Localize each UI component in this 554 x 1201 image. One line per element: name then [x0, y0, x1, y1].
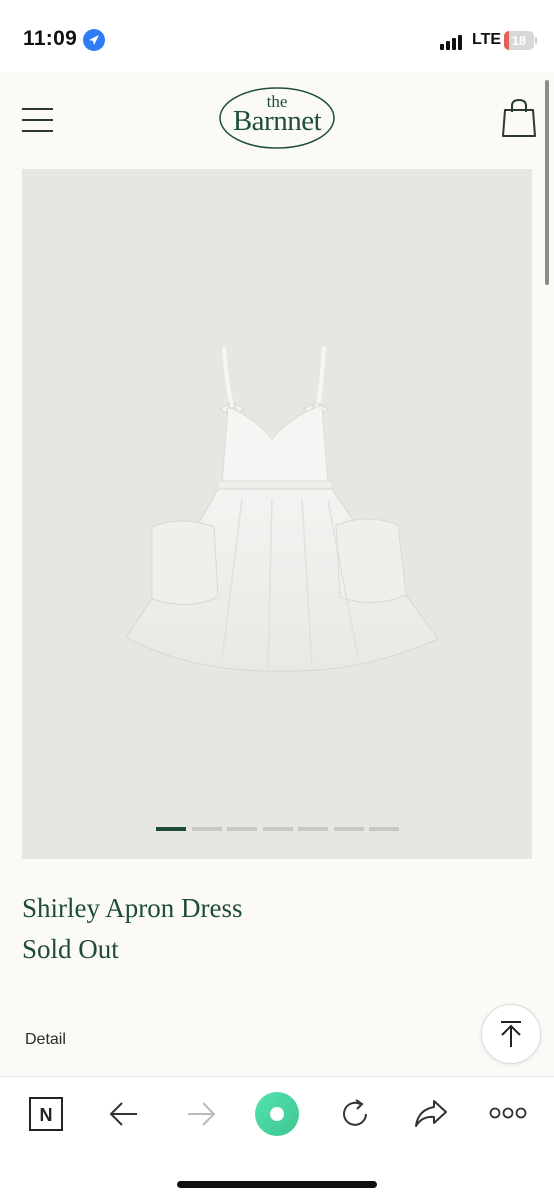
refresh-icon[interactable] — [338, 1097, 372, 1131]
arrow-right-icon[interactable] — [185, 1099, 217, 1129]
more-dots-icon[interactable] — [489, 1105, 527, 1121]
location-arrow-icon — [83, 29, 105, 51]
gallery-dot[interactable] — [369, 827, 399, 831]
product-image — [125, 346, 439, 672]
product-status: Sold Out — [22, 934, 119, 964]
green-dot-icon[interactable] — [254, 1091, 300, 1137]
battery-icon: 18 — [504, 31, 534, 50]
gallery-dot[interactable] — [227, 827, 257, 831]
arrow-up-to-top-icon — [501, 1021, 521, 1047]
arrow-left-icon[interactable] — [108, 1099, 140, 1129]
gallery-dot[interactable] — [191, 827, 222, 831]
page-scrollbar[interactable] — [545, 80, 549, 285]
battery-level: 18 — [511, 33, 527, 48]
svg-text:N: N — [40, 1105, 53, 1125]
gallery-dot[interactable] — [298, 827, 328, 831]
network-label: LTE — [472, 31, 502, 48]
detail-tab[interactable]: Detail — [25, 1031, 66, 1049]
signal-icon — [440, 34, 466, 50]
product-image-gallery[interactable] — [22, 169, 532, 859]
product-name: Shirley Apron Dress — [22, 893, 243, 923]
share-icon[interactable] — [413, 1097, 449, 1131]
status-time: 11:09 — [23, 27, 78, 50]
scroll-to-top-button[interactable] — [481, 1004, 541, 1064]
home-indicator — [177, 1181, 377, 1188]
shopping-bag-icon[interactable] — [502, 98, 536, 138]
gallery-dot[interactable] — [262, 827, 293, 831]
hamburger-menu-icon[interactable] — [22, 108, 53, 134]
gallery-dot[interactable] — [333, 827, 364, 831]
logo-main-text: Barnnet — [232, 105, 322, 137]
brand-logo[interactable]: the Barnnet — [218, 86, 336, 150]
gallery-dot[interactable] — [156, 827, 186, 831]
status-bar: 11:09 LTE 18 — [0, 0, 554, 72]
naver-n-icon[interactable]: N — [29, 1097, 63, 1131]
battery-cap — [535, 37, 537, 44]
